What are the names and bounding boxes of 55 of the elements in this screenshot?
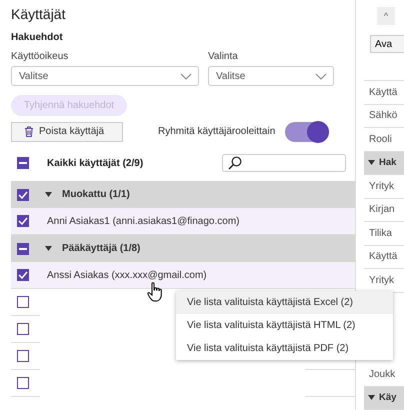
checkbox[interactable] xyxy=(17,296,29,308)
caret-icon[interactable] xyxy=(45,192,52,197)
checkmark-icon xyxy=(18,190,28,198)
checkbox[interactable] xyxy=(17,269,29,281)
field-label: Kirjan xyxy=(369,204,395,216)
group-label: Pääkäyttäjä (1/8) xyxy=(62,243,140,254)
field-label: Käyttä xyxy=(369,251,398,262)
select-field[interactable]: Valitse xyxy=(208,66,334,86)
group-label: Käy xyxy=(379,392,396,404)
checkbox[interactable] xyxy=(17,215,29,227)
field-label: Yrityk xyxy=(369,180,394,192)
user-label: Anssi Asiakas (xxx.xxx@gmail.com) xyxy=(47,270,207,280)
menu-item[interactable]: Vie lista valituista käyttäjistä Excel (2) xyxy=(176,291,393,314)
field-label: Käyttöoikeus xyxy=(11,51,70,62)
field-label: Yrityk xyxy=(369,274,394,286)
checkbox[interactable] xyxy=(17,157,29,169)
menu-item[interactable]: Vie lista valituista käyttäjistä HTML (2) xyxy=(176,314,393,337)
search-field[interactable] xyxy=(222,154,346,172)
open-button[interactable]: Ava xyxy=(370,35,404,53)
caret-icon[interactable] xyxy=(45,246,52,251)
checkbox[interactable] xyxy=(17,377,29,389)
menu-item[interactable]: Vie lista valituista käyttäjistä PDF (2) xyxy=(176,337,393,360)
field-label: Sähkö xyxy=(369,110,398,122)
filters-heading: Hakuehdot xyxy=(11,32,64,43)
checkbox[interactable] xyxy=(17,323,29,335)
tree-row[interactable]: Anni Asiakas1 (anni.asiakas1@finago.com) xyxy=(11,208,355,235)
tree-row[interactable]: Anssi Asiakas (xxx.xxx@gmail.com) xyxy=(11,262,355,289)
page-title: Käyttäjät xyxy=(11,5,66,22)
select-field[interactable]: Valitse xyxy=(11,66,199,86)
checkbox[interactable] xyxy=(17,350,29,362)
group-label: Hak xyxy=(379,157,396,168)
chevron-down-icon xyxy=(315,72,327,80)
delete-user-button[interactable]: Poista käyttäjä xyxy=(11,122,123,142)
tree-row[interactable]: Muokattu (1/1) xyxy=(11,181,355,208)
chevron-down-icon xyxy=(180,72,192,80)
field-label: Valinta xyxy=(208,51,239,62)
tree-row[interactable]: Pääkäyttäjä (1/8) xyxy=(11,235,355,262)
user-label: Anni Asiakas1 (anni.asiakas1@finago.com) xyxy=(47,216,240,226)
checkmark-icon xyxy=(18,217,28,225)
field-label: Rooli xyxy=(369,134,392,145)
field-label: Käyttä xyxy=(369,86,398,98)
field-label: Joukk xyxy=(369,368,396,380)
caret-icon[interactable] xyxy=(368,160,375,166)
checkmark-icon xyxy=(18,271,28,279)
checkbox[interactable] xyxy=(17,188,29,200)
toggle-label: Ryhmitä käyttäjärooleittain xyxy=(158,126,276,137)
trash-icon xyxy=(24,126,34,137)
collapse-button[interactable]: ^ xyxy=(377,7,395,25)
search-icon xyxy=(228,156,242,170)
checkbox[interactable] xyxy=(17,242,29,254)
caret-icon[interactable] xyxy=(368,395,375,400)
tree-root-label: Kaikki käyttäjät (2/9) xyxy=(47,158,144,168)
field-label: Tilika xyxy=(369,228,392,239)
group-toggle[interactable] xyxy=(285,122,330,142)
group-label: Muokattu (1/1) xyxy=(62,189,130,200)
